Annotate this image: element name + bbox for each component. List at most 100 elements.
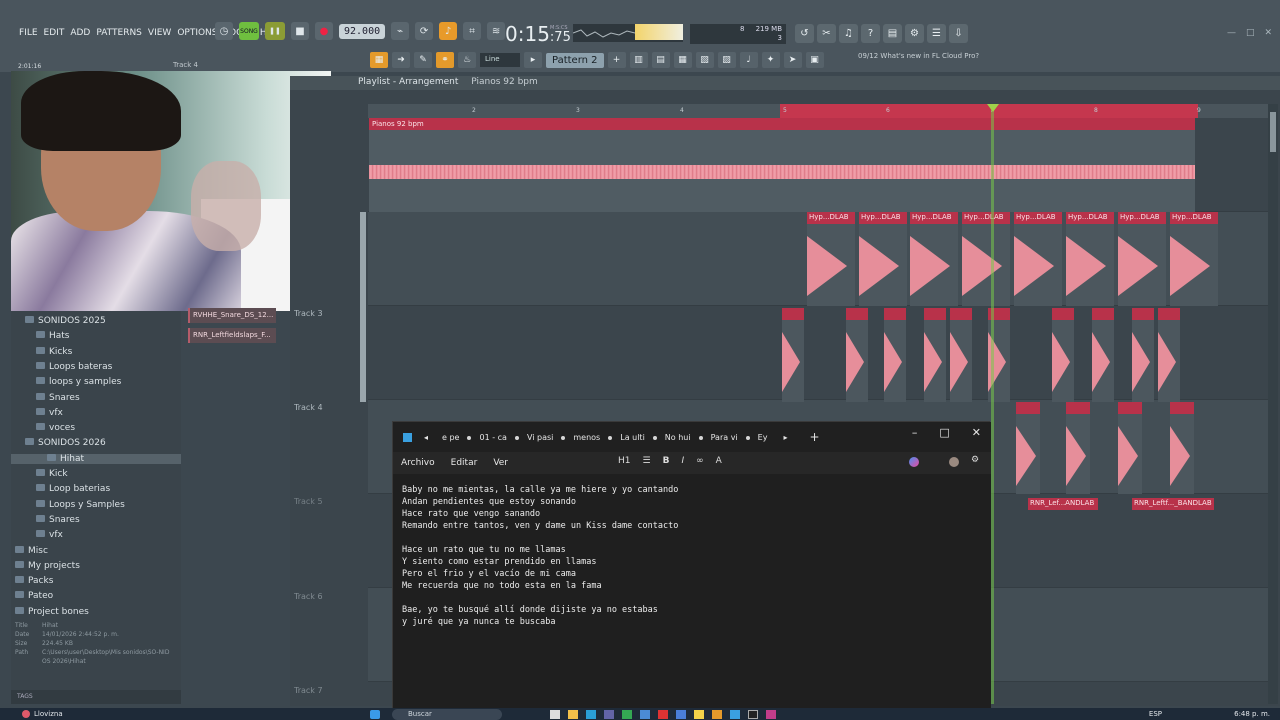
maximize-icon[interactable]: □ [1246,28,1255,38]
blend-icon[interactable]: ≋ [487,22,506,40]
tool-icon[interactable]: ⌁ [391,22,410,40]
download-icon[interactable]: ⇩ [949,24,968,43]
audio-clip-hyp[interactable]: Hyp...DLAB [1066,212,1114,306]
italic-icon[interactable]: I [681,456,684,466]
capcut-icon[interactable] [748,710,758,719]
arrow-tool-icon[interactable]: ➜ [392,52,410,68]
shop-icon[interactable]: ▣ [805,52,824,68]
menu-view[interactable]: VIEW [147,28,172,38]
browser-item[interactable]: SONIDOS 2026 [25,438,106,448]
audio-clip-small[interactable] [1158,308,1180,402]
audio-clip-hyp[interactable]: Hyp...DLAB [1014,212,1062,306]
audio-clip-small[interactable] [1132,308,1154,402]
notepad-tab[interactable]: Vi pasi [517,433,566,442]
timeline-ruler[interactable]: 23456789 [368,104,1268,118]
notepad-tab[interactable]: 01 - ca [469,433,520,442]
browser-item[interactable]: loops y samples [36,377,121,387]
notepad-task-icon[interactable] [730,710,740,719]
browser-item[interactable]: Hihat [11,453,181,464]
loop-icon[interactable]: ⟳ [415,22,434,40]
audio-clip-hyp[interactable]: Hyp...DLAB [910,212,958,306]
bold-icon[interactable]: B [663,456,670,466]
browser-item[interactable]: Kicks [36,346,72,357]
app-icon[interactable] [550,710,560,719]
browser-item[interactable]: vfx [36,407,63,418]
audio-clip-hyp[interactable]: Hyp...DLAB [807,212,855,306]
notepad-tab[interactable]: Ey [748,433,778,442]
mixer-icon[interactable]: ▦ [673,52,692,68]
browser-item[interactable]: SONIDOS 2025 [25,316,106,326]
audio-clip-small[interactable] [884,308,906,402]
audio-clip-hyp[interactable]: Hyp...DLAB [1170,212,1218,306]
link-icon[interactable]: ∞ [696,456,704,466]
browser-item[interactable]: Snares [36,514,80,525]
help-icon[interactable]: ? [861,24,880,43]
step-icon[interactable]: ♪ [439,22,458,40]
close-icon[interactable]: ✕ [972,426,981,439]
fl-icon[interactable] [712,710,722,719]
scissors-icon[interactable]: ✂ [817,24,836,43]
browser-item[interactable]: My projects [15,560,80,571]
menu-edit[interactable]: EDIT [43,28,66,38]
store-icon[interactable] [640,710,650,719]
stamp-tool-icon[interactable]: ♨ [458,52,476,68]
menu-patterns[interactable]: PATTERNS [95,28,143,38]
opera-icon[interactable] [658,710,668,719]
tempo-display[interactable]: 92.000 [339,23,386,39]
stop-button[interactable]: ■ [291,22,309,40]
chrome-icon[interactable] [622,710,632,719]
channel-sample[interactable]: RNR_Leftfieldslaps_F... [188,328,276,343]
pause-button[interactable]: ❚❚ [265,22,285,40]
browser-item[interactable]: Loop baterias [36,484,110,494]
tags-bar[interactable]: TAGS [11,690,181,704]
browser-item[interactable]: Kick [36,469,68,479]
close-icon[interactable]: ✕ [1264,28,1272,38]
metronome-icon[interactable]: ◷ [215,22,233,40]
piano-roll-icon[interactable]: ▤ [651,52,670,68]
chat-icon[interactable]: ☰ [927,24,946,43]
plugin-icon[interactable]: ⚙ [905,24,924,43]
tempo-tap-icon[interactable]: ♩ [739,52,758,68]
clear-format-icon[interactable]: A [716,456,722,466]
audio-clip-hyp[interactable]: Hyp...DLAB [1118,212,1166,306]
playhead[interactable] [991,104,994,704]
browser-item[interactable]: Misc [15,545,48,556]
menu-ver[interactable]: Ver [485,458,516,468]
explorer-icon[interactable] [568,710,578,719]
menu-file[interactable]: FILE [18,28,39,38]
menu-add[interactable]: ADD [69,28,91,38]
notepad-tab[interactable]: No hui [655,433,703,442]
photos-icon[interactable] [676,710,686,719]
start-icon[interactable] [370,710,380,719]
audio-clip-small[interactable] [950,308,972,402]
maximize-icon[interactable]: □ [939,426,949,439]
avatar[interactable] [949,457,959,467]
list-icon[interactable]: ☰ [643,456,651,466]
playlist-scrollbar[interactable] [1268,104,1278,704]
notepad-text[interactable]: Baby no me mientas, la calle ya me hiere… [393,474,991,709]
browser-icon[interactable]: ▧ [695,52,714,68]
copilot-icon[interactable] [909,457,919,467]
notepad-tab[interactable]: e pe [432,433,472,442]
notepad-tab[interactable]: Para vi [701,433,750,442]
audio-clip-small[interactable] [1052,308,1074,402]
audio-clip-small[interactable] [1170,402,1194,494]
notepad-tab[interactable]: La ulti [610,433,657,442]
scroll-thumb[interactable] [1270,112,1276,152]
audio-clip-pianos[interactable]: Pianos 92 bpm [369,118,1195,212]
audio-clip-small[interactable] [1016,402,1040,494]
audio-clip-small[interactable] [924,308,946,402]
browser-item[interactable]: Project bones [15,606,89,617]
browser-item[interactable]: vfx [36,530,63,540]
browser-item[interactable]: Loops y Samples [36,499,125,510]
song-mode-button[interactable]: SONG [239,22,259,40]
tab-scroll-left-icon[interactable]: ◂ [424,433,428,442]
browser-item[interactable]: voces [36,423,75,433]
sticky-icon[interactable] [694,710,704,719]
browser-item[interactable]: Packs [15,576,53,586]
stem-icon[interactable]: ➤ [783,52,802,68]
browser-item[interactable]: Pateo [15,591,53,601]
tab-scroll-right-icon[interactable]: ▸ [783,433,787,442]
pattern-prev-icon[interactable]: ▸ [524,52,542,68]
minimize-icon[interactable]: – [912,426,918,439]
